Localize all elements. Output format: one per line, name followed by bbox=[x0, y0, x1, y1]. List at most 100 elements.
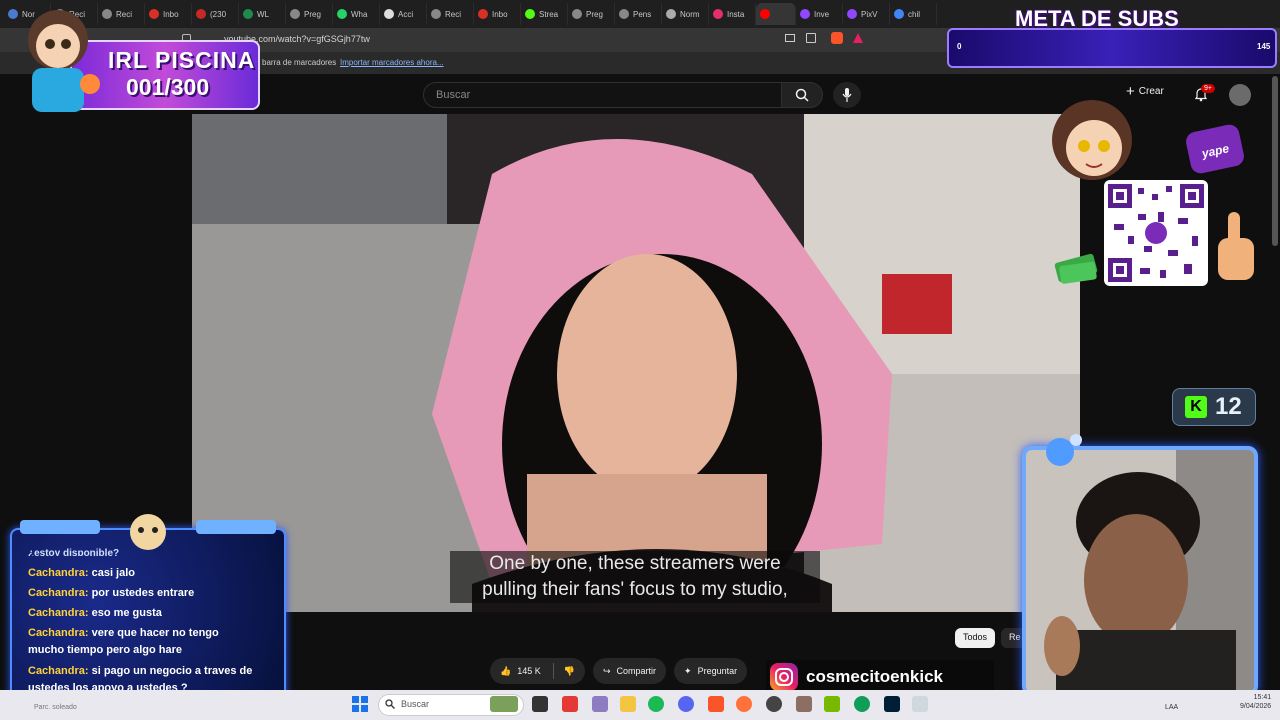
browser-tab[interactable]: Inbo bbox=[474, 3, 521, 25]
tab-favicon-icon bbox=[525, 9, 535, 19]
voice-search-button[interactable] bbox=[833, 82, 861, 108]
search-highlight-image bbox=[490, 696, 518, 712]
like-divider bbox=[552, 663, 554, 679]
tab-label: Wha bbox=[351, 9, 368, 19]
browser-tab[interactable]: Inve bbox=[796, 3, 843, 25]
kick-viewer-counter: K 12 bbox=[1172, 388, 1256, 426]
thumbs-down-icon[interactable]: 👎 bbox=[564, 666, 575, 677]
irl-count: 001/300 bbox=[126, 74, 210, 100]
tab-favicon-icon bbox=[619, 9, 629, 19]
browser-tab[interactable]: Wha bbox=[333, 3, 380, 25]
edge-icon[interactable] bbox=[854, 696, 870, 712]
chat-message: Cachandra: eso me gusta bbox=[28, 605, 268, 622]
tab-favicon-icon bbox=[384, 9, 394, 19]
browser-tab[interactable]: Acci bbox=[380, 3, 427, 25]
browser-tab[interactable]: Strea bbox=[521, 3, 568, 25]
tab-favicon-icon bbox=[894, 9, 904, 19]
copilot-icon[interactable] bbox=[592, 696, 608, 712]
chat-username: Cachandra: bbox=[28, 587, 89, 599]
tab-label: Inbo bbox=[492, 9, 508, 19]
browser-tab[interactable]: Insta bbox=[709, 3, 756, 25]
browser-tab[interactable]: (230 bbox=[192, 3, 239, 25]
windows-start-icon[interactable] bbox=[352, 696, 368, 712]
video-frame bbox=[192, 114, 1080, 612]
tab-label: Acci bbox=[398, 9, 414, 19]
obs-icon[interactable] bbox=[766, 696, 782, 712]
ask-button[interactable]: ✦ Preguntar bbox=[674, 658, 748, 684]
browser-tab[interactable]: Preg bbox=[286, 3, 333, 25]
tab-label: Norm bbox=[680, 9, 700, 19]
brave-shield-icon[interactable] bbox=[831, 32, 843, 44]
thumbs-up-icon: 👍 bbox=[500, 665, 512, 676]
irl-title: IRL PISCINA bbox=[108, 47, 256, 73]
sub-goal-bar bbox=[947, 28, 1277, 68]
firefox-icon[interactable] bbox=[736, 696, 752, 712]
sub-goal-value: 145 bbox=[1257, 42, 1271, 51]
share-button[interactable]: ↪ Compartir bbox=[592, 658, 667, 684]
calculator-icon[interactable] bbox=[912, 696, 928, 712]
video-player[interactable] bbox=[192, 114, 1080, 612]
discord-icon[interactable] bbox=[678, 696, 694, 712]
tab-favicon-icon bbox=[572, 9, 582, 19]
browser-tab[interactable] bbox=[756, 3, 796, 25]
tab-favicon-icon bbox=[290, 9, 300, 19]
share-page-icon[interactable] bbox=[806, 33, 816, 43]
search-input[interactable]: Buscar bbox=[423, 82, 783, 108]
donation-mascot-image bbox=[1052, 100, 1132, 180]
cast-icon[interactable] bbox=[785, 34, 795, 42]
account-avatar[interactable] bbox=[1229, 84, 1251, 106]
search-button[interactable] bbox=[781, 82, 823, 108]
create-label: Crear bbox=[1138, 86, 1164, 97]
file-explorer-icon[interactable] bbox=[620, 696, 636, 712]
import-bookmarks-link[interactable]: Importar marcadores ahora... bbox=[340, 58, 444, 67]
thumbs-up-hand-image bbox=[1218, 212, 1254, 280]
tab-favicon-icon bbox=[478, 9, 488, 19]
browser-tab[interactable]: Inbo bbox=[145, 3, 192, 25]
browser-tab[interactable]: Reci bbox=[427, 3, 474, 25]
system-clock[interactable]: 15:41 9/04/2026 bbox=[1240, 693, 1271, 711]
browser-tab[interactable]: Reci bbox=[98, 3, 145, 25]
like-count: 145 K bbox=[517, 666, 541, 676]
keyboard-language[interactable]: LAA bbox=[1165, 704, 1178, 711]
tab-favicon-icon bbox=[847, 9, 857, 19]
tab-label: (230 bbox=[210, 9, 227, 19]
browser-tab[interactable]: Pens bbox=[615, 3, 662, 25]
anime-mascot-image bbox=[28, 10, 100, 112]
webcam-feed bbox=[1026, 450, 1254, 692]
browser-tab[interactable]: PixV bbox=[843, 3, 890, 25]
like-button[interactable]: 👍 145 K 👎 bbox=[490, 658, 585, 684]
browser-tab[interactable]: chil bbox=[890, 3, 937, 25]
spotify-icon[interactable] bbox=[648, 696, 664, 712]
browser-tab[interactable]: Norm bbox=[662, 3, 709, 25]
kick-logo-icon: K bbox=[1185, 396, 1207, 418]
tab-favicon-icon bbox=[149, 9, 159, 19]
related-chips: Todos Re bbox=[955, 628, 1029, 648]
rewards-icon[interactable] bbox=[853, 33, 863, 43]
sub-goal-start: 0 bbox=[957, 42, 962, 51]
game-icon[interactable] bbox=[796, 696, 812, 712]
share-arrow-icon: ↪ bbox=[602, 665, 611, 676]
search-icon bbox=[795, 88, 809, 102]
chat-text: eso me gusta bbox=[88, 607, 162, 619]
chat-text: casi jalo bbox=[88, 567, 136, 579]
social-handle: cosmecitoenkick bbox=[806, 667, 944, 686]
browser-tab[interactable]: Preg bbox=[568, 3, 615, 25]
nvidia-icon[interactable] bbox=[824, 696, 840, 712]
page-scrollbar[interactable] bbox=[1272, 76, 1278, 246]
photoshop-icon[interactable] bbox=[884, 696, 900, 712]
tab-label: PixV bbox=[861, 9, 878, 19]
browser-tab[interactable]: WL bbox=[239, 3, 286, 25]
social-handle-banner: cosmecitoenkick bbox=[766, 660, 994, 694]
caption-line-1: One by one, these streamers were bbox=[450, 551, 820, 577]
microphone-icon bbox=[842, 88, 852, 102]
task-view-icon[interactable] bbox=[532, 696, 548, 712]
app-w-icon[interactable] bbox=[562, 696, 578, 712]
chat-username: Cachandra: bbox=[28, 665, 89, 677]
brave-icon[interactable] bbox=[708, 696, 724, 712]
tab-favicon-icon bbox=[713, 9, 723, 19]
chat-message: Cachandra: casi jalo bbox=[28, 565, 268, 582]
chip-all[interactable]: Todos bbox=[955, 628, 996, 648]
tab-label: Preg bbox=[304, 9, 321, 19]
tab-favicon-icon bbox=[337, 9, 347, 19]
chat-message: Cachandra: por ustedes entrare bbox=[28, 585, 268, 602]
